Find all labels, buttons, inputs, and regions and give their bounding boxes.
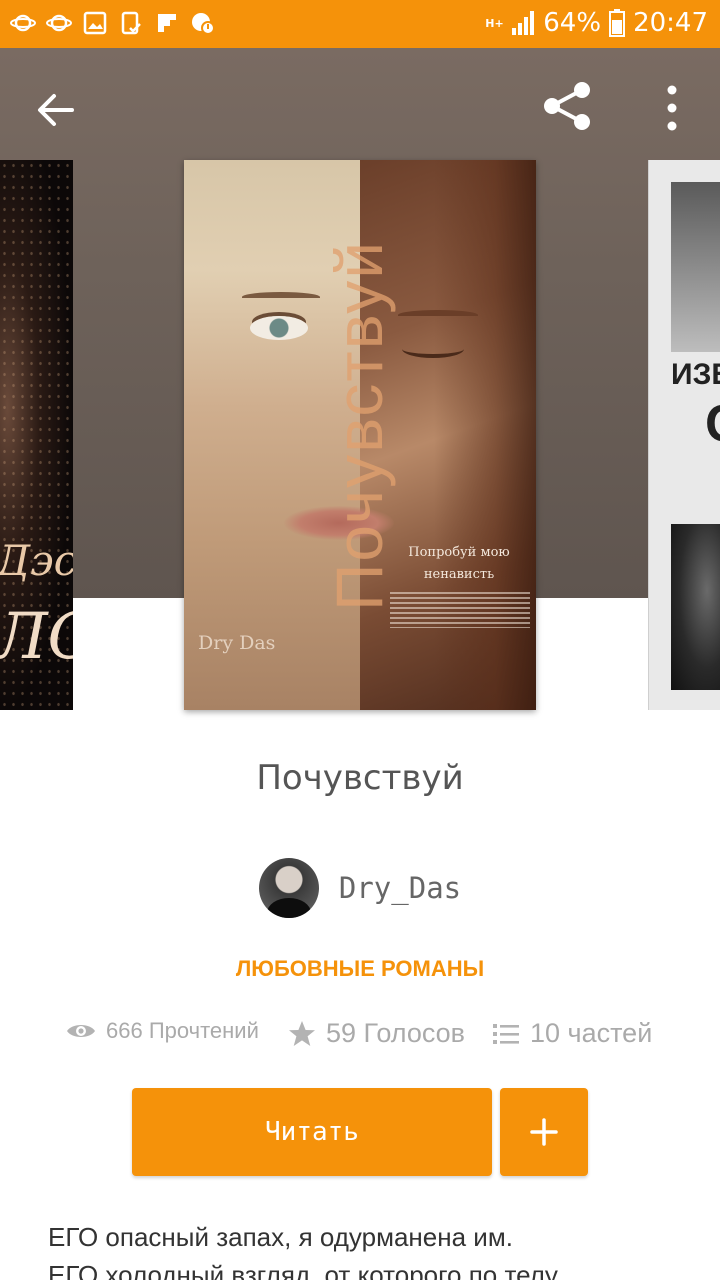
image-icon	[83, 11, 107, 35]
cover-next-photo	[671, 524, 720, 690]
share-icon[interactable]	[538, 76, 598, 136]
cover-next-photo	[671, 182, 720, 352]
notification-dot-icon	[192, 13, 215, 35]
votes-stat: 59 Голосов	[288, 1018, 465, 1049]
battery-percent: 64%	[543, 8, 602, 38]
cover-next-text-2: С	[705, 394, 720, 454]
saturn-icon	[46, 14, 72, 32]
author-row[interactable]: Dry_Das	[0, 858, 720, 918]
cover-next[interactable]: ИЗБ С	[648, 160, 720, 710]
clipboard-check-icon	[121, 11, 141, 35]
cover-previous-text-2: ЛО	[0, 600, 73, 674]
saturn-icon	[10, 14, 36, 32]
cover-brow	[398, 310, 478, 320]
book-description: ЕГО опасный запах, я одурманена им. ЕГО …	[48, 1218, 688, 1280]
read-button[interactable]: Читать	[132, 1088, 492, 1176]
cover-eye	[250, 316, 308, 340]
author-name[interactable]: Dry_Das	[339, 871, 461, 905]
book-title: Почувствуй	[256, 758, 464, 798]
cover-next-text-1: ИЗБ	[671, 358, 720, 391]
signal-icon	[512, 11, 535, 35]
genre-link[interactable]: ЛЮБОВНЫЕ РОМАНЫ	[0, 956, 720, 982]
cover-current[interactable]: Почувствуй Попробуй мою ненависть Dry Da…	[184, 160, 536, 710]
cover-tagline-line-2: ненависть	[423, 567, 495, 582]
reads-count: 666 Прочтений	[106, 1018, 259, 1043]
eye-icon	[67, 1025, 95, 1037]
notification-icons	[10, 10, 216, 36]
plus-icon	[530, 1118, 558, 1146]
parts-stat: 10 частей	[492, 1018, 652, 1049]
status-bar: H+ 64% 20:47	[0, 0, 720, 48]
star-icon	[289, 1020, 315, 1046]
toolbar	[0, 48, 720, 160]
parts-count: 10 частей	[530, 1018, 653, 1048]
clock: 20:47	[633, 8, 708, 38]
arrow-left-icon[interactable]	[30, 84, 82, 136]
add-to-library-button[interactable]	[500, 1088, 588, 1176]
cover-eye-closed	[402, 340, 464, 358]
status-right: H+ 64% 20:47	[485, 8, 708, 38]
battery-icon	[609, 9, 626, 37]
description-line: ЕГО холодный взгляд, от которого по телу	[48, 1260, 558, 1280]
stats-row: 666 Прочтений 59 Голосов 10 частей	[0, 1018, 720, 1062]
reads-stat: 666 Прочтений	[66, 1018, 259, 1044]
cover-tagline: Попробуй мою ненависть	[394, 542, 524, 586]
network-type: H+	[485, 16, 504, 30]
list-icon	[493, 1023, 519, 1044]
cover-previous[interactable]: Дэс ЛО	[0, 160, 73, 710]
cover-brow	[242, 292, 320, 302]
cover-title: Почувствуй	[322, 239, 396, 611]
description-line: ЕГО опасный запах, я одурманена им.	[48, 1222, 513, 1252]
cover-author: Dry Das	[198, 632, 276, 654]
more-vertical-icon[interactable]	[650, 80, 694, 136]
votes-count: 59 Голосов	[326, 1018, 466, 1048]
cover-previous-text-1: Дэс	[0, 536, 73, 585]
flipboard-icon	[158, 14, 176, 32]
cover-tagline-line-1: Попробуй мою	[408, 545, 510, 560]
avatar[interactable]	[258, 858, 319, 918]
cover-credits	[390, 592, 530, 628]
